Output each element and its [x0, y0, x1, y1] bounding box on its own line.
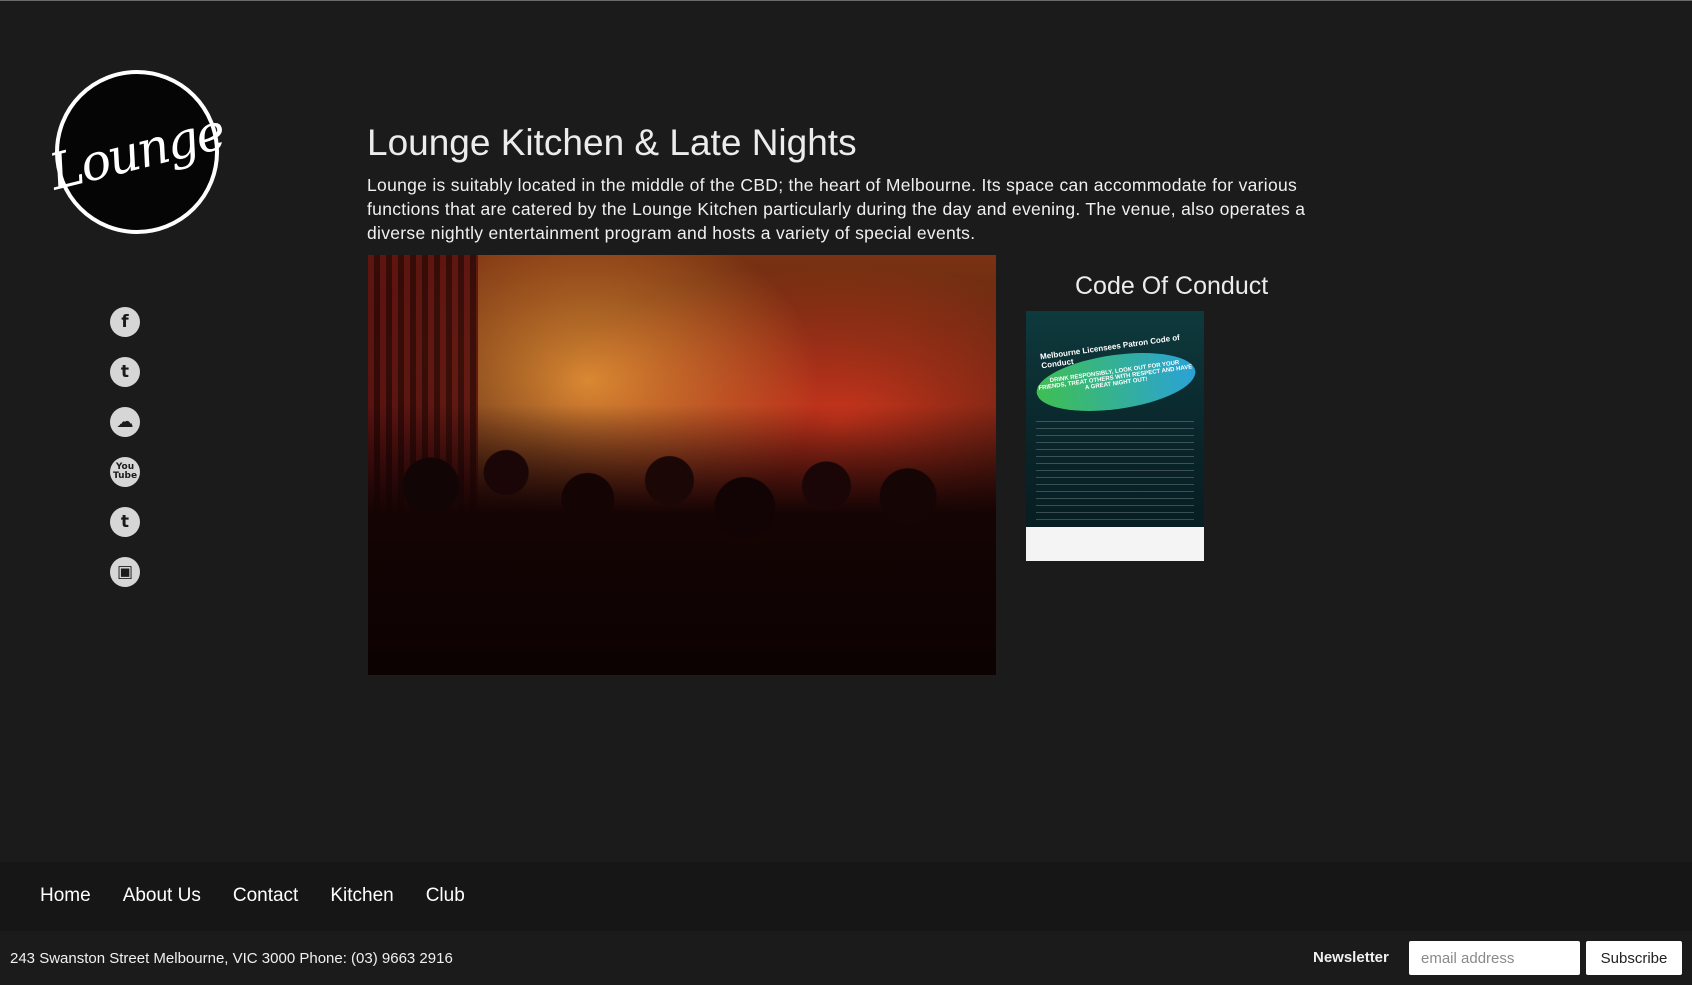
- nav-list: Home About Us Contact Kitchen Club: [0, 862, 1692, 907]
- nav-contact[interactable]: Contact: [233, 885, 298, 907]
- newsletter-label: Newsletter: [1313, 949, 1389, 966]
- poster-body-text: [1036, 421, 1194, 521]
- nav-kitchen[interactable]: Kitchen: [330, 885, 393, 907]
- footer-info: 243 Swanston Street Melbourne, VIC 3000 …: [0, 931, 1692, 985]
- youtube-icon[interactable]: You Tube: [110, 457, 140, 487]
- social-links: f t ☁ You Tube t ▣: [110, 307, 140, 607]
- photo-crowd: [368, 405, 996, 675]
- nav-home[interactable]: Home: [40, 885, 91, 907]
- page-title: Lounge Kitchen & Late Nights: [367, 122, 857, 163]
- twitter-icon[interactable]: t: [110, 357, 140, 387]
- tumblr-icon[interactable]: t: [110, 507, 140, 537]
- footer-navigation: Home About Us Contact Kitchen Club: [0, 862, 1692, 931]
- lounge-logo[interactable]: Lounge: [44, 70, 230, 234]
- instagram-icon[interactable]: ▣: [110, 557, 140, 587]
- nav-about-us[interactable]: About Us: [123, 885, 201, 907]
- soundcloud-icon[interactable]: ☁: [110, 407, 140, 437]
- code-of-conduct-heading: Code Of Conduct: [1075, 272, 1269, 300]
- code-of-conduct-poster[interactable]: Melbourne Licensees Patron Code of Condu…: [1026, 311, 1204, 561]
- logo-text: Lounge: [43, 102, 231, 202]
- address-text: 243 Swanston Street Melbourne, VIC 3000 …: [10, 950, 453, 967]
- venue-photo: [368, 255, 996, 675]
- intro-paragraph: Lounge is suitably located in the middle…: [367, 175, 1306, 243]
- top-divider: [0, 0, 1692, 1]
- nav-club[interactable]: Club: [426, 885, 465, 907]
- poster-logos: [1026, 527, 1204, 561]
- subscribe-button[interactable]: Subscribe: [1586, 941, 1682, 975]
- email-input[interactable]: [1409, 941, 1580, 975]
- facebook-icon[interactable]: f: [110, 307, 140, 337]
